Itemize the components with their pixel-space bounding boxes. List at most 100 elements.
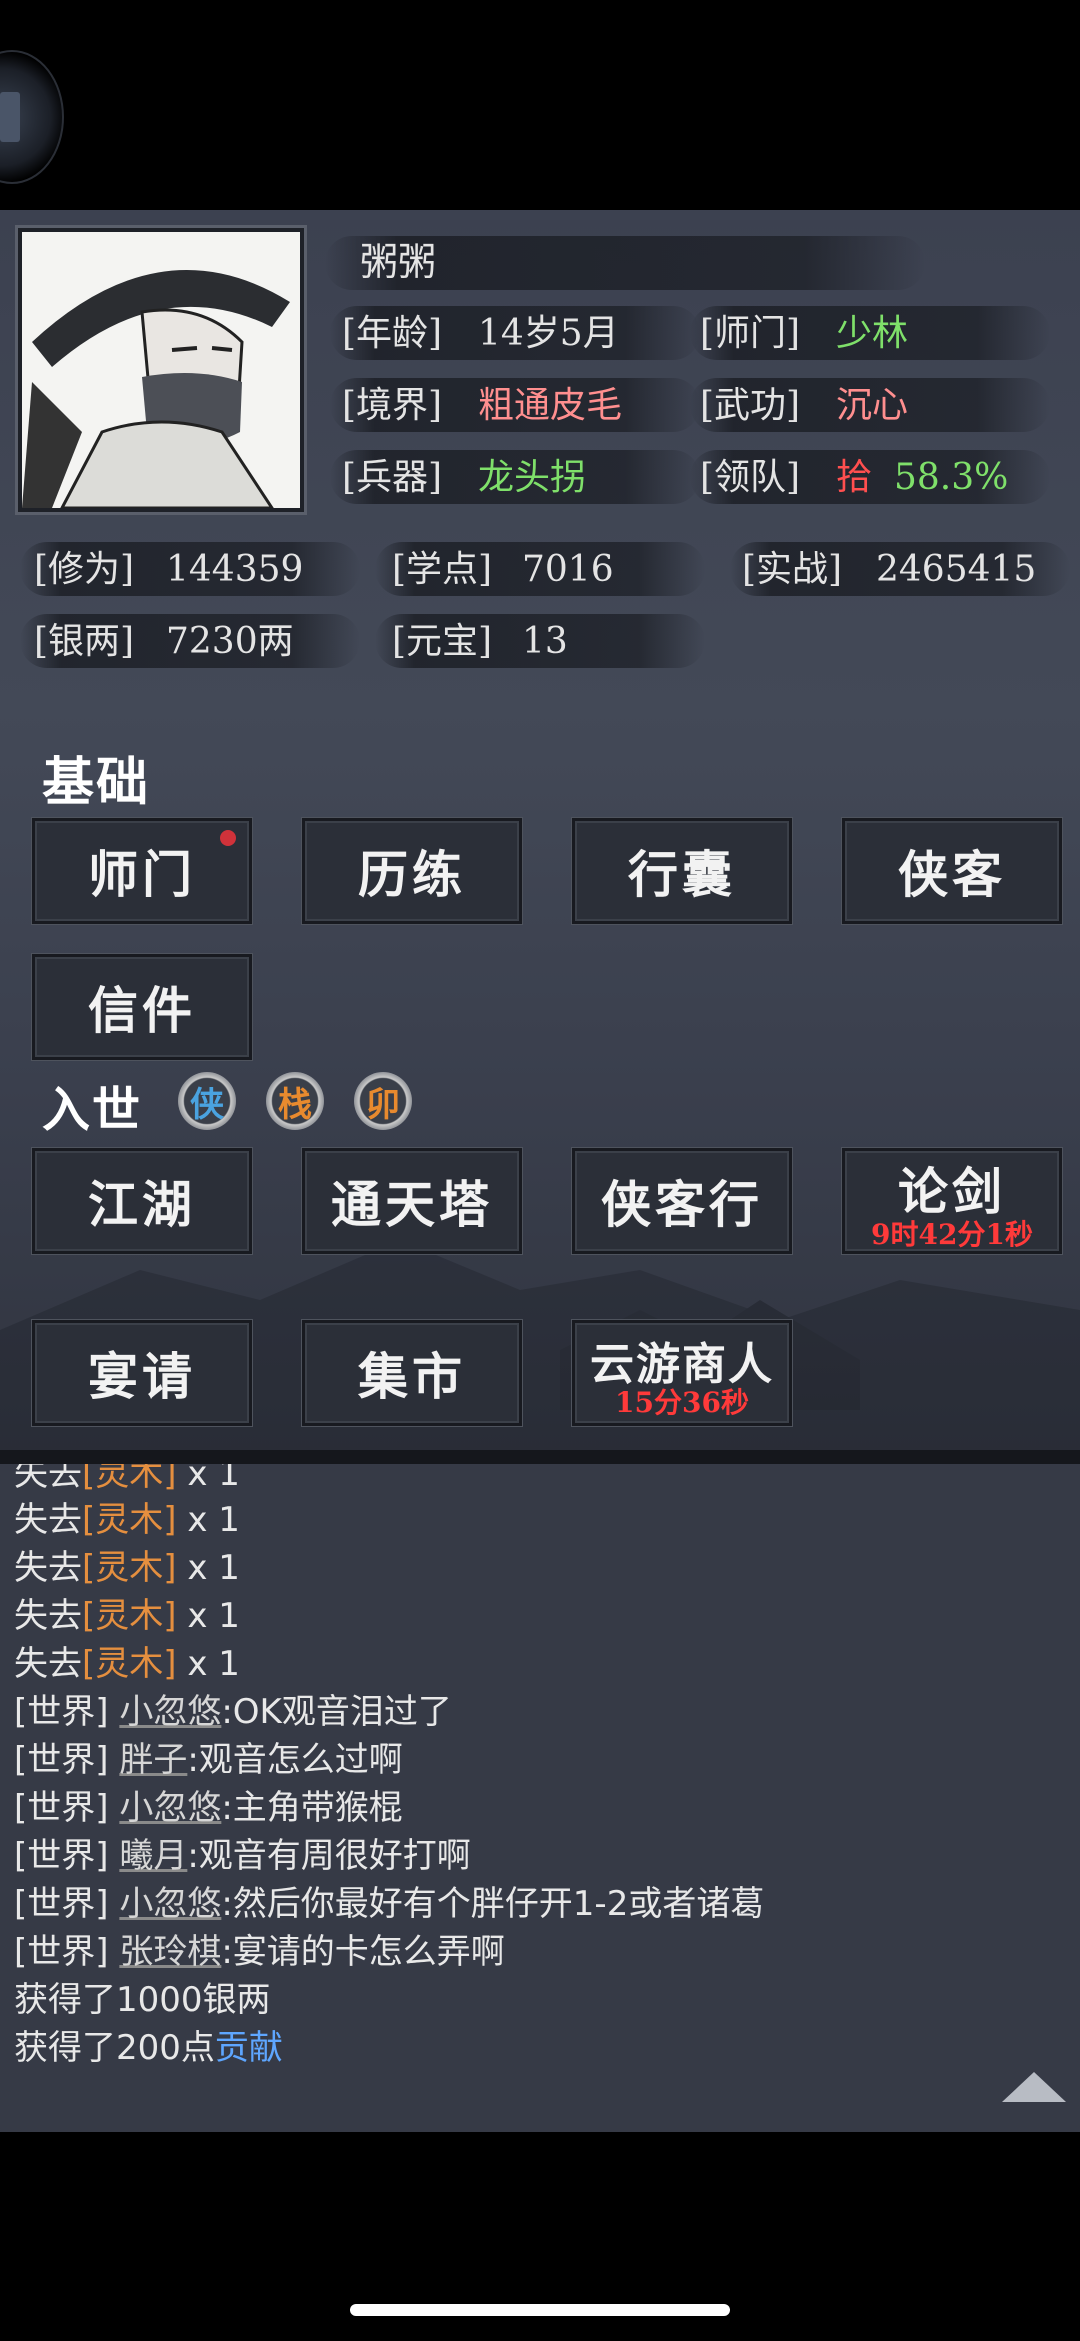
button-label: 集市 — [358, 1347, 466, 1406]
inn-badge-icon[interactable]: 栈 — [266, 1072, 324, 1130]
character-portrait[interactable] — [18, 228, 304, 512]
chat-text: x 1 — [176, 1500, 240, 1540]
chat-text: 失去 — [14, 1500, 82, 1540]
character-name: 粥粥 — [360, 240, 437, 284]
home-indicator[interactable] — [350, 2304, 730, 2316]
button-label: 行囊 — [628, 845, 736, 904]
martial-value[interactable]: 沉心 — [836, 380, 908, 432]
team-value[interactable]: 拾 — [836, 452, 872, 504]
chat-line: [世界] 曦月:观音有周很好打啊 — [14, 1832, 471, 1880]
button-label: 侠客 — [898, 845, 1006, 904]
jianghu-button[interactable]: 江湖 — [32, 1148, 252, 1254]
wandering-merchant-button[interactable]: 云游商人 15分36秒 — [572, 1320, 792, 1426]
silver-label: [银两] — [34, 621, 135, 662]
button-label: 侠客行 — [601, 1175, 763, 1234]
button-label: 江湖 — [88, 1175, 196, 1234]
player-name[interactable]: 小忽悠 — [119, 1692, 221, 1732]
team-percent: 58.3% — [894, 457, 1009, 498]
button-label: 师门 — [88, 845, 196, 904]
world-tag: [世界] — [14, 1692, 109, 1732]
player-name[interactable]: 胖子 — [119, 1740, 187, 1780]
realm-label: [境界] — [342, 385, 443, 426]
combat-label: [实战] — [742, 549, 843, 590]
sect-button[interactable]: 师门 — [32, 818, 252, 924]
silver-value: 7230两 — [166, 621, 294, 662]
chat-text: x 1 — [176, 1644, 240, 1684]
chat-line: [世界] 胖子:观音怎么过啊 — [14, 1736, 403, 1784]
mail-button[interactable]: 信件 — [32, 954, 252, 1060]
chat-line: 失去[灵木] x 1 — [14, 1640, 240, 1688]
player-name[interactable]: 张玲棋 — [119, 1932, 221, 1972]
martial-label: [武功] — [700, 385, 801, 426]
mao-badge-icon[interactable]: 卯 — [354, 1072, 412, 1130]
player-name[interactable]: 曦月 — [119, 1836, 187, 1876]
cultivation-label: [修为] — [34, 549, 135, 590]
item-link[interactable]: [灵木] — [82, 1596, 177, 1636]
team-label: [领队] — [700, 457, 801, 498]
world-tag: [世界] — [14, 1836, 109, 1876]
world-tag: [世界] — [14, 1740, 109, 1780]
item-link[interactable]: [灵木] — [82, 1644, 177, 1684]
notification-dot — [220, 830, 236, 846]
chat-text: 失去 — [14, 1464, 82, 1494]
lunjian-button[interactable]: 论剑 9时42分1秒 — [842, 1148, 1062, 1254]
tongtian-tower-button[interactable]: 通天塔 — [302, 1148, 522, 1254]
chat-text: 获得了200点 — [14, 2028, 215, 2068]
training-button[interactable]: 历练 — [302, 818, 522, 924]
study-value: 7016 — [522, 549, 614, 590]
combat-value: 2465415 — [876, 549, 1037, 590]
banquet-button[interactable]: 宴请 — [32, 1320, 252, 1426]
world-tag: [世界] — [14, 1788, 109, 1828]
chat-text: :观音怎么过啊 — [187, 1740, 403, 1780]
chat-line: 失去[灵木] x 1 — [14, 1544, 240, 1592]
chat-line: 获得了200点贡献 — [14, 2024, 283, 2072]
top-bar — [0, 0, 1080, 210]
ingot-label: [元宝] — [392, 621, 493, 662]
cultivation-value: 144359 — [166, 549, 304, 590]
chat-text: x 1 — [176, 1464, 240, 1494]
chat-line: [世界] 小忽悠:OK观音泪过了 — [14, 1688, 452, 1736]
chat-text: 失去 — [14, 1548, 82, 1588]
inventory-button[interactable]: 行囊 — [572, 818, 792, 924]
menu-emblem-icon[interactable] — [0, 50, 64, 184]
section-title-basics: 基础 — [42, 752, 151, 813]
chat-line: 获得了1000银两 — [14, 1976, 271, 2024]
realm-value[interactable]: 粗通皮毛 — [478, 380, 622, 432]
chat-text: :主角带猴棍 — [221, 1788, 403, 1828]
chat-text: :OK观音泪过了 — [221, 1692, 452, 1732]
lunjian-timer: 9时42分1秒 — [871, 1218, 1033, 1251]
chat-text: 失去 — [14, 1644, 82, 1684]
chat-text: 获得了1000银两 — [14, 1980, 271, 2020]
xia-badge-icon[interactable]: 侠 — [178, 1072, 236, 1130]
chat-text: :然后你最好有个胖仔开1-2或者诸葛 — [221, 1884, 765, 1924]
player-name[interactable]: 小忽悠 — [119, 1788, 221, 1828]
button-label: 论剑 — [898, 1162, 1006, 1221]
chat-line: 失去[灵木] x 1 — [14, 1592, 240, 1640]
item-link[interactable]: [灵木] — [82, 1548, 177, 1588]
button-label: 信件 — [88, 981, 196, 1040]
item-link[interactable]: [灵木] — [82, 1464, 177, 1494]
world-tag: [世界] — [14, 1884, 109, 1924]
chat-text: :宴请的卡怎么弄啊 — [221, 1932, 505, 1972]
chat-log[interactable]: 失去[灵木] x 1 失去[灵木] x 1 失去[灵木] x 1 失去[灵木] … — [0, 1464, 1080, 2132]
button-label: 历练 — [358, 845, 466, 904]
chat-line: 失去[灵木] x 1 — [14, 1496, 240, 1544]
chat-text: x 1 — [176, 1596, 240, 1636]
button-label: 宴请 — [88, 1347, 196, 1406]
ingot-value: 13 — [522, 621, 568, 662]
contribution-link[interactable]: 贡献 — [215, 2028, 283, 2068]
portrait-image — [22, 232, 300, 508]
scroll-up-icon[interactable] — [1002, 2072, 1066, 2102]
chat-line: 失去[灵木] x 1 — [14, 1464, 240, 1498]
weapon-value[interactable]: 龙头拐 — [478, 452, 586, 504]
market-button[interactable]: 集市 — [302, 1320, 522, 1426]
chat-line: [世界] 小忽悠:主角带猴棍 — [14, 1784, 403, 1832]
heroes-button[interactable]: 侠客 — [842, 818, 1062, 924]
item-link[interactable]: [灵木] — [82, 1500, 177, 1540]
xiakexing-button[interactable]: 侠客行 — [572, 1148, 792, 1254]
world-tag: [世界] — [14, 1932, 109, 1972]
chat-text: :观音有周很好打啊 — [187, 1836, 471, 1876]
player-name[interactable]: 小忽悠 — [119, 1884, 221, 1924]
section-title-world: 入世 — [42, 1082, 143, 1138]
sect-value[interactable]: 少林 — [836, 308, 908, 360]
